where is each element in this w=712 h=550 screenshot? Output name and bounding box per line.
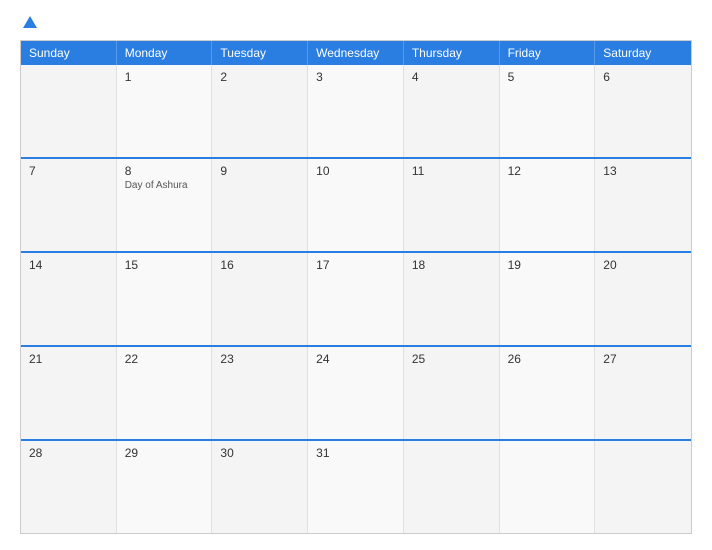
day-cell: 23 (212, 347, 308, 439)
day-number: 18 (412, 258, 491, 272)
logo-triangle-icon (23, 16, 37, 28)
day-number: 15 (125, 258, 204, 272)
day-number: 24 (316, 352, 395, 366)
day-number: 8 (125, 164, 204, 178)
day-header-saturday: Saturday (595, 41, 691, 65)
day-number: 12 (508, 164, 587, 178)
day-cell: 12 (500, 159, 596, 251)
week-row-4: 21 22 23 24 25 26 27 (21, 345, 691, 439)
day-cell: 6 (595, 65, 691, 157)
week-row-3: 14 15 16 17 18 19 20 (21, 251, 691, 345)
day-number: 20 (603, 258, 683, 272)
day-cell: 9 (212, 159, 308, 251)
day-number: 4 (412, 70, 491, 84)
day-number: 6 (603, 70, 683, 84)
day-cell: 8 Day of Ashura (117, 159, 213, 251)
day-cell: 18 (404, 253, 500, 345)
day-cell: 15 (117, 253, 213, 345)
day-cell: 28 (21, 441, 117, 533)
holiday-label: Day of Ashura (125, 180, 204, 191)
day-cell: 31 (308, 441, 404, 533)
day-number: 21 (29, 352, 108, 366)
day-cell: 21 (21, 347, 117, 439)
day-number: 27 (603, 352, 683, 366)
day-number: 19 (508, 258, 587, 272)
day-number: 5 (508, 70, 587, 84)
day-header-tuesday: Tuesday (212, 41, 308, 65)
day-cell (500, 441, 596, 533)
day-number: 11 (412, 164, 491, 178)
day-number: 9 (220, 164, 299, 178)
day-number: 28 (29, 446, 108, 460)
day-cell (595, 441, 691, 533)
day-cell: 10 (308, 159, 404, 251)
day-number: 2 (220, 70, 299, 84)
day-cell: 20 (595, 253, 691, 345)
day-cell: 27 (595, 347, 691, 439)
day-cell: 17 (308, 253, 404, 345)
day-cell: 3 (308, 65, 404, 157)
day-number: 26 (508, 352, 587, 366)
day-cell: 29 (117, 441, 213, 533)
day-number: 16 (220, 258, 299, 272)
day-number: 29 (125, 446, 204, 460)
day-number: 30 (220, 446, 299, 460)
day-number: 23 (220, 352, 299, 366)
logo (20, 16, 39, 30)
day-cell: 14 (21, 253, 117, 345)
day-cell: 26 (500, 347, 596, 439)
day-number: 25 (412, 352, 491, 366)
day-cell: 30 (212, 441, 308, 533)
day-cell: 2 (212, 65, 308, 157)
days-header: SundayMondayTuesdayWednesdayThursdayFrid… (21, 41, 691, 65)
day-number: 1 (125, 70, 204, 84)
header (20, 16, 692, 30)
day-header-sunday: Sunday (21, 41, 117, 65)
week-row-5: 28 29 30 31 (21, 439, 691, 533)
day-number: 7 (29, 164, 108, 178)
day-cell: 4 (404, 65, 500, 157)
day-cell: 11 (404, 159, 500, 251)
day-cell (21, 65, 117, 157)
calendar-weeks: 12345678Day of Ashura9101112131415161718… (21, 65, 691, 533)
day-cell: 13 (595, 159, 691, 251)
day-number: 3 (316, 70, 395, 84)
day-header-friday: Friday (500, 41, 596, 65)
day-cell: 1 (117, 65, 213, 157)
day-cell: 16 (212, 253, 308, 345)
week-row-1: 1 2 3 4 5 6 (21, 65, 691, 157)
calendar-page: SundayMondayTuesdayWednesdayThursdayFrid… (0, 0, 712, 550)
day-cell: 5 (500, 65, 596, 157)
day-cell: 19 (500, 253, 596, 345)
calendar-grid: SundayMondayTuesdayWednesdayThursdayFrid… (20, 40, 692, 534)
day-number: 17 (316, 258, 395, 272)
day-cell: 22 (117, 347, 213, 439)
day-number: 10 (316, 164, 395, 178)
day-number: 14 (29, 258, 108, 272)
day-cell: 7 (21, 159, 117, 251)
day-cell: 24 (308, 347, 404, 439)
day-number: 13 (603, 164, 683, 178)
day-number: 22 (125, 352, 204, 366)
day-header-wednesday: Wednesday (308, 41, 404, 65)
day-number: 31 (316, 446, 395, 460)
week-row-2: 7 8 Day of Ashura 9 10 11 12 13 (21, 157, 691, 251)
day-header-thursday: Thursday (404, 41, 500, 65)
day-cell: 25 (404, 347, 500, 439)
day-header-monday: Monday (117, 41, 213, 65)
day-cell (404, 441, 500, 533)
